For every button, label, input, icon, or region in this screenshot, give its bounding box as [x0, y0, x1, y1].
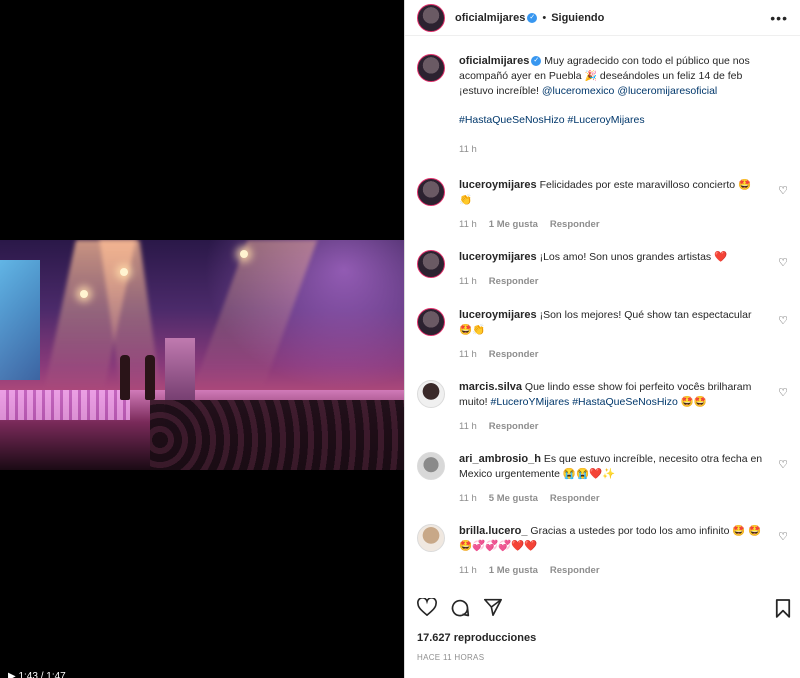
heart-icon[interactable]: ♡ — [778, 458, 788, 471]
share-icon[interactable] — [483, 598, 503, 621]
heart-icon[interactable] — [417, 597, 437, 621]
performer — [145, 355, 155, 400]
video-playbar[interactable]: ▶ 1:43 / 1:47 — [8, 670, 398, 678]
heart-icon[interactable]: ♡ — [778, 256, 788, 269]
comment-item: luceroymijares ¡Los amo! Son unos grande… — [417, 250, 790, 308]
mention-link[interactable]: @luceromexico — [542, 85, 615, 97]
timestamp[interactable]: 11 h — [459, 493, 477, 504]
comment-username[interactable]: luceroymijares — [459, 179, 537, 191]
comment-item: ari_ambrosio_h Es que estuvo increíble, … — [417, 452, 790, 524]
more-options-icon[interactable]: ••• — [770, 10, 788, 26]
reply-button[interactable]: Responder — [489, 421, 539, 432]
comment-username[interactable]: luceroymijares — [459, 251, 537, 263]
verified-icon: ✓ — [531, 56, 542, 67]
post-header: oficialmijares ✓ • Siguiendo ••• — [405, 0, 800, 36]
bookmark-icon[interactable] — [775, 598, 791, 623]
timestamp[interactable]: 11 h — [459, 144, 477, 155]
avatar[interactable] — [417, 308, 445, 336]
heart-icon[interactable]: ♡ — [778, 530, 788, 543]
timestamp[interactable]: 11 h — [459, 421, 477, 432]
comment-username[interactable]: luceroymijares — [459, 309, 537, 321]
avatar[interactable] — [417, 380, 445, 408]
mention-link[interactable]: @luceromijaresoficial — [617, 85, 717, 97]
comment-icon[interactable] — [450, 598, 470, 623]
heart-icon[interactable]: ♡ — [778, 386, 788, 399]
following-button[interactable]: Siguiendo — [551, 12, 604, 24]
post-username[interactable]: oficialmijares — [455, 12, 525, 24]
view-count[interactable]: 17.627 reproducciones — [417, 632, 536, 644]
avatar[interactable] — [417, 178, 445, 206]
hashtag-links[interactable]: #HastaQueSeNosHizo #LuceroyMijares — [459, 113, 766, 128]
reply-button[interactable]: Responder — [550, 219, 600, 230]
avatar[interactable] — [417, 524, 445, 552]
reply-button[interactable]: Responder — [550, 565, 600, 576]
comment-emoji: 🤩🤩 — [677, 396, 707, 408]
comment-username[interactable]: ari_ambrosio_h — [459, 453, 541, 465]
media-pane: ▶ 1:43 / 1:47 — [0, 0, 404, 678]
comment-username[interactable]: marcis.silva — [459, 381, 522, 393]
likes-count[interactable]: 5 Me gusta — [489, 493, 538, 504]
hashtag-links[interactable]: #LuceroYMijares #HastaQueSeNosHizo — [491, 396, 678, 408]
avatar[interactable] — [417, 452, 445, 480]
avatar[interactable] — [417, 3, 445, 32]
comment-username[interactable]: brilla.lucero_ — [459, 525, 527, 537]
likes-count[interactable]: 1 Me gusta — [489, 219, 538, 230]
performer — [120, 355, 130, 400]
avatar[interactable] — [417, 250, 445, 278]
reply-button[interactable]: Responder — [489, 276, 539, 287]
likes-count[interactable]: 1 Me gusta — [489, 565, 538, 576]
post-age: HACE 11 HORAS — [417, 653, 485, 662]
timestamp[interactable]: 11 h — [459, 565, 477, 576]
action-bar — [417, 597, 793, 623]
avatar[interactable] — [417, 54, 445, 82]
audience — [150, 400, 404, 470]
comment-item: luceroymijares ¡Son los mejores! Qué sho… — [417, 308, 790, 380]
party-emoji: 🎉 — [584, 71, 597, 82]
caption-username[interactable]: oficialmijares — [459, 55, 529, 67]
post-caption: oficialmijares ✓ Muy agradecido con todo … — [417, 54, 790, 178]
comment-item: marcis.silva Que lindo esse show foi per… — [417, 380, 790, 452]
comment-item: brilla.lucero_ Gracias a ustedes por tod… — [417, 524, 790, 596]
stage-screen-left — [0, 260, 40, 380]
post-video[interactable] — [0, 240, 404, 470]
heart-icon[interactable]: ♡ — [778, 184, 788, 197]
post-details: oficialmijares ✓ • Siguiendo ••• oficial… — [404, 0, 800, 678]
comments-list: oficialmijares ✓ Muy agradecido con todo … — [417, 54, 790, 596]
reply-button[interactable]: Responder — [550, 493, 600, 504]
heart-icon[interactable]: ♡ — [778, 314, 788, 327]
comment-item: luceroymijares Felicidades por este mara… — [417, 178, 790, 250]
timestamp[interactable]: 11 h — [459, 276, 477, 287]
separator-dot: • — [542, 11, 547, 24]
verified-icon: ✓ — [527, 12, 538, 23]
timestamp[interactable]: 11 h — [459, 349, 477, 360]
timestamp[interactable]: 11 h — [459, 219, 477, 230]
reply-button[interactable]: Responder — [489, 349, 539, 360]
comment-text: ¡Los amo! Son unos grandes artistas ❤️ — [539, 251, 728, 263]
